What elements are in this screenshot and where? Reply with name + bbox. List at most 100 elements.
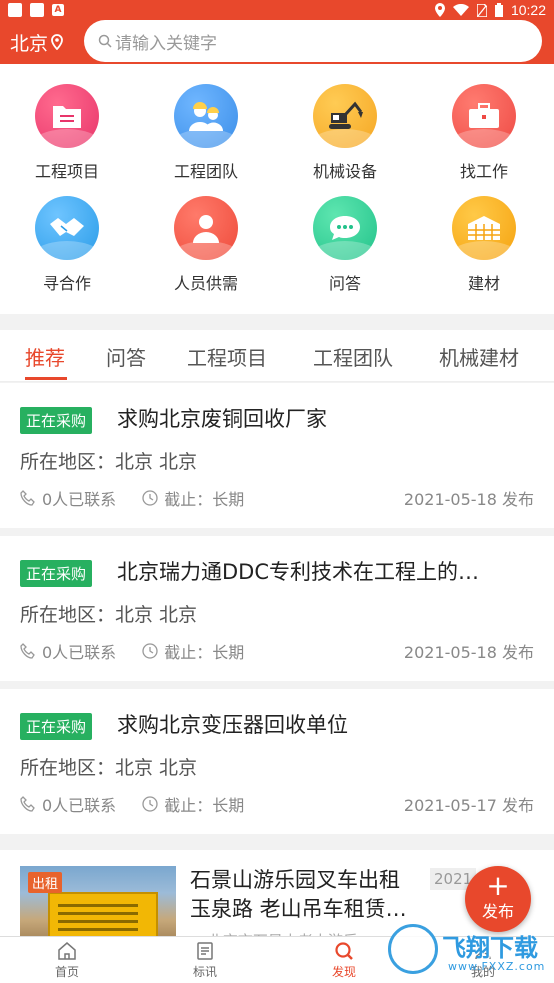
listing-meta: 0人已联系 截止：长期 2021-05-18 发布: [20, 639, 534, 663]
folder-icon: [35, 84, 99, 148]
category-projects[interactable]: 工程项目: [7, 84, 127, 182]
contacts-count: 0人已联系: [42, 796, 117, 815]
city-label: 北京: [10, 32, 49, 55]
clock: 10:22: [510, 2, 546, 18]
publish-date: 2021-05-17 发布: [403, 796, 534, 815]
phone-icon: [20, 490, 35, 506]
no-sim-icon: [476, 3, 487, 17]
deadline-info: 截止：长期: [142, 639, 244, 663]
nav-home[interactable]: 首页: [37, 941, 97, 980]
category-staffing[interactable]: 人员供需: [146, 196, 266, 294]
listing-title: 北京瑞力通DDC专利技术在工程上的…: [117, 560, 480, 584]
publish-date: 2021-05-18 发布: [403, 490, 534, 509]
deadline-info: 截止：长期: [142, 792, 244, 816]
city-selector[interactable]: 北京: [10, 29, 82, 56]
contacts-count: 0人已联系: [42, 490, 117, 509]
contacts-info: 0人已联系: [20, 486, 116, 510]
notification-icon: [8, 3, 22, 17]
top-header: 北京 请输入关键字: [0, 20, 554, 64]
rent-badge: 出租: [28, 872, 63, 893]
chat-icon: [313, 196, 377, 260]
briefcase-icon: [452, 84, 516, 148]
handshake-icon: [35, 196, 99, 260]
contacts-count: 0人已联系: [42, 643, 117, 662]
tab-teams[interactable]: 工程团队: [313, 342, 393, 371]
content-tabs: 推荐 问答 工程项目 工程团队 机械建材: [0, 330, 554, 382]
search-input[interactable]: 请输入关键字: [84, 20, 542, 62]
team-icon: [174, 84, 238, 148]
deadline-text: 截止：长期: [164, 643, 245, 662]
category-qa[interactable]: 问答: [285, 196, 405, 294]
category-grid: 工程项目 工程团队 机械设备 找工作 寻合作 人员供需 问答 建材: [0, 64, 554, 314]
excavator-icon: [313, 84, 377, 148]
list-item[interactable]: 正在采购 求购北京变压器回收单位 所在地区：北京 北京 0人已联系 截止：长期 …: [0, 689, 554, 834]
app-badge-icon: A: [52, 4, 64, 16]
listing-title: 求购北京变压器回收单位: [117, 713, 348, 737]
status-badge: 正在采购: [20, 713, 93, 740]
listing-meta: 0人已联系 截止：长期 2021-05-17 发布: [20, 792, 534, 816]
publish-date: 2021-05-18 发布: [403, 643, 534, 662]
materials-icon: [452, 196, 516, 260]
category-cooperation[interactable]: 寻合作: [7, 196, 127, 294]
category-materials[interactable]: 建材: [424, 196, 544, 294]
plus-icon: +: [486, 869, 510, 902]
nav-label: 标讯: [192, 965, 217, 979]
phone-icon: [20, 796, 35, 812]
nav-label: 发现: [331, 965, 356, 979]
person-icon: [174, 196, 238, 260]
category-label: 找工作: [459, 162, 508, 181]
location-pin-icon: [51, 34, 63, 50]
category-jobs[interactable]: 找工作: [424, 84, 544, 182]
tab-recommended[interactable]: 推荐: [25, 342, 65, 371]
category-teams[interactable]: 工程团队: [146, 84, 266, 182]
deadline-text: 截止：长期: [164, 796, 245, 815]
search-placeholder: 请输入关键字: [115, 33, 217, 54]
category-label: 工程团队: [173, 162, 238, 181]
status-badge: 正在采购: [20, 407, 93, 434]
category-label: 工程项目: [34, 162, 99, 181]
location-icon: [434, 3, 445, 17]
tab-qa[interactable]: 问答: [106, 342, 146, 371]
tab-machinery[interactable]: 机械建材: [439, 342, 519, 371]
nav-bids[interactable]: 标讯: [175, 941, 235, 980]
deadline-info: 截止：长期: [142, 486, 244, 510]
category-label: 人员供需: [173, 274, 238, 293]
listing-region: 所在地区：北京 北京: [20, 604, 198, 626]
title-line-2: 玉泉路 老山吊车租赁…: [190, 897, 407, 921]
listing-meta: 0人已联系 截止：长期 2021-05-18 发布: [20, 486, 534, 510]
clock-icon: [142, 643, 158, 659]
listing-title: 求购北京废铜回收厂家: [117, 407, 327, 431]
category-label: 问答: [328, 274, 361, 293]
watermark: 飞翔下载 www.FXXZ.com: [388, 922, 548, 978]
listing-region: 所在地区：北京 北京: [20, 451, 198, 473]
watermark-url: www.FXXZ.com: [448, 960, 546, 973]
publish-label: 发布: [481, 902, 514, 921]
active-tab-indicator: [25, 377, 67, 380]
listing-title: 石景山游乐园叉车出租 玉泉路 老山吊车租赁…: [190, 866, 430, 924]
list-item[interactable]: 正在采购 求购北京废铜回收厂家 所在地区：北京 北京 0人已联系 截止：长期 2…: [0, 383, 554, 528]
category-machinery[interactable]: 机械设备: [285, 84, 405, 182]
nav-discover[interactable]: 发现: [314, 941, 374, 980]
category-label: 机械设备: [312, 162, 377, 181]
clock-icon: [142, 796, 158, 812]
title-line-1: 石景山游乐园叉车出租: [190, 868, 400, 892]
status-badge: 正在采购: [20, 560, 93, 587]
watermark-text: 飞翔下载: [442, 934, 538, 962]
search-icon: [335, 942, 353, 960]
notification-icon: [30, 3, 44, 17]
document-icon: [197, 942, 213, 960]
category-label: 建材: [467, 274, 500, 293]
status-bar: A 10:22: [0, 0, 554, 20]
battery-icon: [494, 3, 503, 17]
search-icon: [98, 34, 112, 48]
listing-region: 所在地区：北京 北京: [20, 757, 198, 779]
category-label: 寻合作: [42, 274, 91, 293]
contacts-info: 0人已联系: [20, 639, 116, 663]
home-icon: [58, 942, 76, 960]
clock-icon: [142, 490, 158, 506]
list-item[interactable]: 正在采购 北京瑞力通DDC专利技术在工程上的… 所在地区：北京 北京 0人已联系…: [0, 536, 554, 681]
watermark-logo: [388, 924, 438, 974]
nav-label: 首页: [54, 965, 79, 979]
tab-projects[interactable]: 工程项目: [187, 342, 267, 371]
wifi-icon: [452, 4, 469, 16]
